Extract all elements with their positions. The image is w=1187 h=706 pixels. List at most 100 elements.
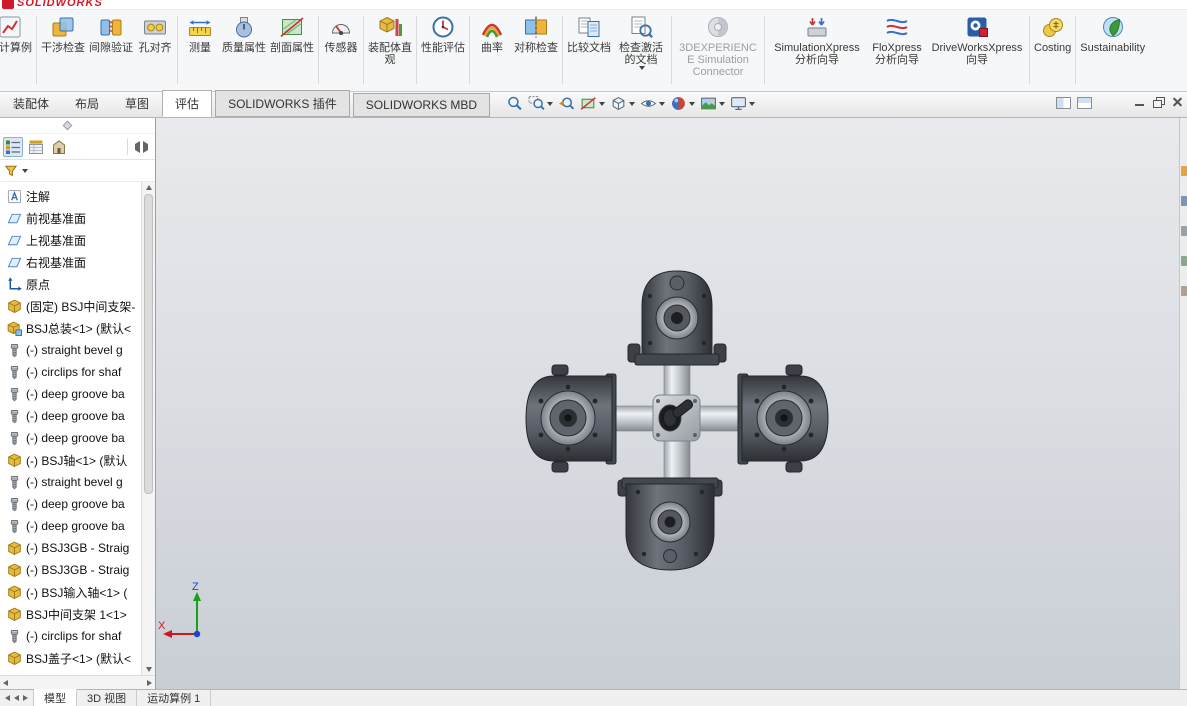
- configurationmanager-tab[interactable]: [49, 137, 69, 157]
- fastener-icon: [7, 497, 22, 512]
- tool-mass-properties[interactable]: 质量属性: [220, 13, 268, 55]
- tool-sustainability[interactable]: Sustainability: [1078, 13, 1147, 55]
- tree-item-component[interactable]: BSJ中间支架 1<1>: [0, 603, 141, 625]
- minimize-button[interactable]: [1133, 96, 1146, 108]
- ribbon-partial-tool[interactable]: 设计算例: [0, 13, 34, 55]
- tool-compare-documents[interactable]: 比较文档: [565, 13, 613, 55]
- tree-item-component[interactable]: (-) circlips for shaf: [0, 361, 141, 383]
- tree-item-component[interactable]: (-) BSJ轴<1> (默认: [0, 449, 141, 471]
- tree-item-top-plane[interactable]: 上视基准面: [0, 229, 141, 251]
- center-block[interactable]: [652, 394, 701, 442]
- tree-item-annotations[interactable]: 注解: [0, 185, 141, 207]
- scroll-up-icon[interactable]: [145, 185, 152, 190]
- gearbox-bottom[interactable]: [617, 477, 723, 571]
- filter-icon[interactable]: [4, 164, 18, 178]
- tool-costing[interactable]: Costing: [1032, 13, 1073, 55]
- zoom-fit-button[interactable]: [505, 94, 524, 113]
- tool-performance-evaluation[interactable]: 性能评估: [419, 13, 467, 55]
- tree-item-component[interactable]: (-) deep groove ba: [0, 383, 141, 405]
- tree-item-component[interactable]: (-) BSJ输入轴<1> (: [0, 581, 141, 603]
- restore-button[interactable]: [1152, 96, 1165, 108]
- edit-appearance-button[interactable]: [669, 94, 696, 113]
- tree-item-front-plane[interactable]: 前视基准面: [0, 207, 141, 229]
- tool-section-properties[interactable]: 剖面属性: [268, 13, 316, 55]
- sustainability-icon: [1100, 14, 1126, 40]
- tool-curvature[interactable]: 曲率: [472, 13, 512, 55]
- tab-solidworks-addins[interactable]: SOLIDWORKS 插件: [215, 90, 350, 117]
- tree-item-component[interactable]: (固定) BSJ中间支架-: [0, 295, 141, 317]
- task-pane-tab[interactable]: [1180, 256, 1187, 266]
- graphics-area[interactable]: Z X: [156, 118, 1179, 689]
- featuremanager-tab[interactable]: [3, 136, 23, 157]
- tile-window-icon[interactable]: [1056, 97, 1071, 109]
- scroll-down-icon[interactable]: [145, 667, 152, 672]
- tree-horizontal-scrollbar[interactable]: [0, 675, 155, 689]
- tabs-scroll-left-icon[interactable]: [5, 695, 10, 701]
- view-orientation-button[interactable]: [729, 94, 756, 113]
- tool-hole-alignment[interactable]: 孔对齐: [135, 13, 175, 55]
- tree-item-component[interactable]: BSJ总装<1> (默认<: [0, 317, 141, 339]
- scroll-left-icon[interactable]: [3, 679, 8, 686]
- tab-motion-study-1[interactable]: 运动算例 1: [137, 690, 212, 706]
- task-pane-tab[interactable]: [1180, 166, 1187, 176]
- scrollbar-thumb[interactable]: [144, 194, 153, 494]
- tab-assembly[interactable]: 装配体: [0, 90, 62, 117]
- tabs-scroll-right-icon[interactable]: [23, 695, 28, 701]
- tree-item-component[interactable]: (-) BSJ3GB - Straig: [0, 559, 141, 581]
- panel-scroll-left-icon[interactable]: [131, 140, 140, 153]
- tool-measure[interactable]: 测量: [180, 13, 220, 55]
- tree-item-origin[interactable]: 原点: [0, 273, 141, 295]
- tree-item-component[interactable]: (-) straight bevel g: [0, 339, 141, 361]
- task-pane-tab[interactable]: [1180, 286, 1187, 296]
- tool-symmetry-check[interactable]: 对称检查: [512, 13, 560, 55]
- tab-layout[interactable]: 布局: [62, 90, 112, 117]
- gearbox-right[interactable]: [737, 364, 829, 473]
- tab-sketch[interactable]: 草图: [112, 90, 162, 117]
- gearbox-left[interactable]: [525, 364, 617, 473]
- 3d-model-view[interactable]: Z X: [156, 118, 1179, 689]
- tool-floxpress[interactable]: FloXpress 分析向导: [867, 13, 927, 67]
- tool-sensors[interactable]: 传感器: [321, 13, 361, 55]
- tab-model[interactable]: 模型: [34, 689, 77, 706]
- tool-driveworksxpress[interactable]: DriveWorksXpress 向导: [927, 13, 1027, 67]
- tree-item-component[interactable]: (-) BSJ3GB - Straig: [0, 537, 141, 559]
- tab-3d-views[interactable]: 3D 视图: [77, 690, 138, 706]
- tool-assembly-visualization[interactable]: 装配体直观: [366, 13, 414, 67]
- display-style-button[interactable]: [609, 94, 636, 113]
- apply-scene-button[interactable]: [699, 94, 726, 113]
- filter-dropdown-icon[interactable]: [22, 168, 28, 173]
- gearbox-assembly-model[interactable]: [525, 270, 829, 571]
- zoom-area-button[interactable]: [527, 94, 554, 113]
- cascade-window-icon[interactable]: [1077, 97, 1092, 109]
- propertymanager-tab[interactable]: [26, 137, 46, 157]
- tabs-scroll-left-icon[interactable]: [14, 695, 19, 701]
- splitter-diamond-icon[interactable]: [62, 120, 73, 131]
- tab-evaluate[interactable]: 评估: [162, 90, 213, 117]
- hide-show-items-button[interactable]: [639, 94, 666, 113]
- display-pane-splitter[interactable]: [0, 118, 155, 134]
- panel-scroll-right-icon[interactable]: [143, 140, 152, 153]
- tool-clearance-verification[interactable]: 间隙验证: [87, 13, 135, 55]
- tree-item-component[interactable]: (-) deep groove ba: [0, 515, 141, 537]
- tree-vertical-scrollbar[interactable]: [141, 182, 155, 675]
- gearbox-top[interactable]: [627, 270, 727, 366]
- scroll-right-icon[interactable]: [147, 679, 152, 686]
- tree-item-component[interactable]: (-) deep groove ba: [0, 427, 141, 449]
- previous-view-button[interactable]: [557, 94, 576, 113]
- tree-item-right-plane[interactable]: 右视基准面: [0, 251, 141, 273]
- task-pane-tab[interactable]: [1180, 226, 1187, 236]
- tool-check-active-document[interactable]: 检查激活的文档: [613, 13, 669, 71]
- tree-item-component[interactable]: BSJ盖子<1> (默认<: [0, 647, 141, 669]
- tab-solidworks-mbd[interactable]: SOLIDWORKS MBD: [352, 93, 491, 117]
- tool-interference-check[interactable]: 干涉检查: [39, 13, 87, 55]
- tree-item-component[interactable]: (-) circlips for shaf: [0, 625, 141, 647]
- close-button[interactable]: [1171, 96, 1184, 108]
- tool-simulationxpress[interactable]: SimulationXpress 分析向导: [767, 13, 867, 67]
- tree-item-component[interactable]: (-) deep groove ba: [0, 493, 141, 515]
- dropdown-arrow-icon: [719, 101, 725, 106]
- tree-item-component[interactable]: (-) deep groove ba: [0, 405, 141, 427]
- tree-item-component[interactable]: (-) straight bevel g: [0, 471, 141, 493]
- ribbon-separator: [1029, 16, 1030, 84]
- section-view-button[interactable]: [579, 94, 606, 113]
- task-pane-tab[interactable]: [1180, 196, 1187, 206]
